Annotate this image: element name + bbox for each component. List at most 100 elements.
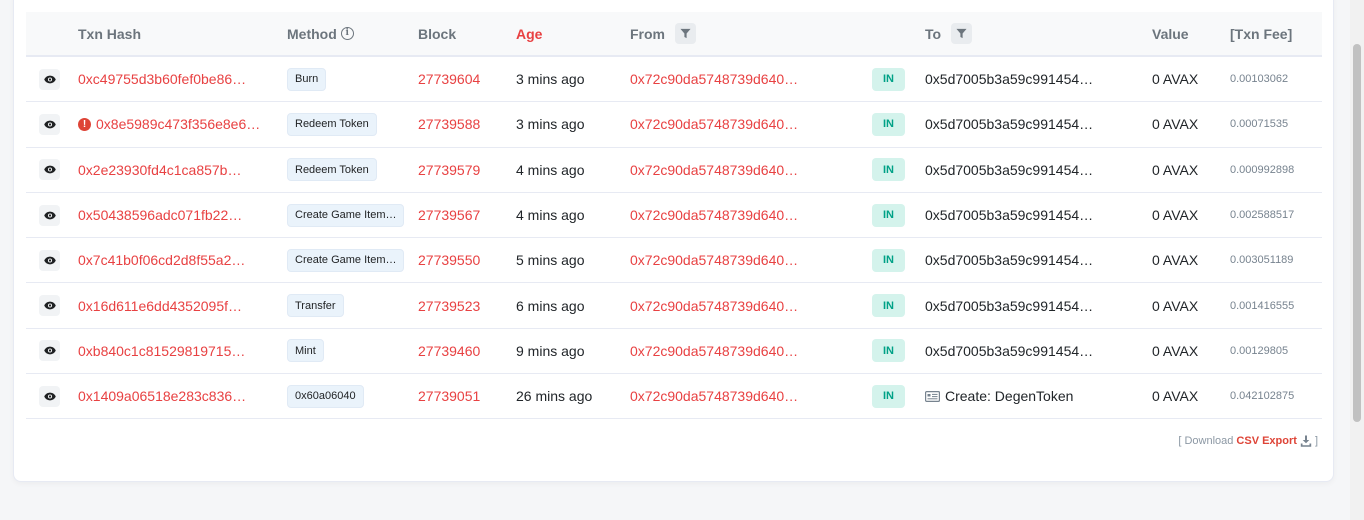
txn-hash-link[interactable]: 0x2e23930fd4c1ca857b… xyxy=(78,162,241,178)
eye-icon[interactable] xyxy=(39,295,60,317)
from-address-link[interactable]: 0x72c90da5748739d640… xyxy=(630,374,798,418)
block-link[interactable]: 27739567 xyxy=(418,193,480,237)
csv-export-label[interactable]: CSV Export xyxy=(1236,435,1297,447)
view-details-cell xyxy=(39,374,60,418)
to-address-link[interactable]: 0x5d7005b3a59c991454… xyxy=(925,162,1093,178)
to-filter-button[interactable] xyxy=(951,23,973,44)
table-body: 0xc49755d3b60fef0be86… Burn 27739604 3 mins… xyxy=(26,57,1322,420)
header-txn-fee[interactable]: [Txn Fee] xyxy=(1230,12,1292,55)
age-text: 5 mins ago xyxy=(516,252,585,269)
value-text: 0 AVAX xyxy=(1152,207,1199,224)
method-cell: Redeem Token xyxy=(287,102,377,146)
txn-hash-link[interactable]: 0x1409a06518e283c836… xyxy=(78,388,246,404)
txn-hash-cell: 0x7c41b0f06cd2d8f55a2… xyxy=(78,238,245,282)
from-address-link[interactable]: 0x72c90da5748739d640… xyxy=(630,238,798,282)
eye-icon[interactable] xyxy=(39,249,60,271)
txn-hash-link[interactable]: 0x16d611e6dd4352095f… xyxy=(78,298,242,314)
txn-hash-link[interactable]: 0x8e5989c473f356e8e6… xyxy=(96,116,260,132)
method-cell: Mint xyxy=(287,329,324,373)
to-address-link[interactable]: 0x5d7005b3a59c991454… xyxy=(925,343,1093,359)
from-address-link[interactable]: 0x72c90da5748739d640… xyxy=(630,193,798,237)
view-details-cell xyxy=(39,283,60,327)
transactions-table: Txn Hash Method i Block Age From To Valu… xyxy=(26,12,1322,420)
header-age[interactable]: Age xyxy=(516,12,542,55)
eye-icon[interactable] xyxy=(39,113,60,135)
eye-icon[interactable] xyxy=(39,68,60,90)
to-address-link[interactable]: 0x5d7005b3a59c991454… xyxy=(925,116,1093,132)
download-icon xyxy=(1300,435,1312,447)
eye-icon[interactable] xyxy=(39,340,60,362)
to-address-cell: 0x5d7005b3a59c991454… xyxy=(925,148,1093,192)
to-address-link[interactable]: 0x5d7005b3a59c991454… xyxy=(925,252,1093,268)
table-row: 0x2e23930fd4c1ca857b… Redeem Token 2773957… xyxy=(26,148,1322,193)
txn-hash-cell: 0xb840c1c81529819715… xyxy=(78,329,245,373)
table-row: 0x1409a06518e283c836… 0x60a06040 27739051 2… xyxy=(26,374,1322,420)
block-link[interactable]: 27739051 xyxy=(418,374,480,418)
transactions-card: Txn Hash Method i Block Age From To Valu… xyxy=(13,0,1334,482)
value-text: 0 AVAX xyxy=(1152,297,1199,314)
value-text: 0 AVAX xyxy=(1152,342,1199,359)
age-text: 4 mins ago xyxy=(516,207,585,224)
method-cell: 0x60a06040 xyxy=(287,374,364,418)
eye-icon[interactable] xyxy=(39,204,60,226)
error-icon: ! xyxy=(78,117,91,131)
header-from: From xyxy=(630,12,696,55)
block-link[interactable]: 27739460 xyxy=(418,329,480,373)
scrollbar-thumb[interactable] xyxy=(1353,44,1361,422)
to-address-link[interactable]: Create: DegenToken xyxy=(945,388,1073,404)
page-scrollbar[interactable] xyxy=(1350,0,1364,520)
txn-hash-link[interactable]: 0x7c41b0f06cd2d8f55a2… xyxy=(78,252,245,268)
from-address-link[interactable]: 0x72c90da5748739d640… xyxy=(630,102,798,146)
header-txn-hash: Txn Hash xyxy=(78,25,142,42)
direction-cell: IN xyxy=(872,148,905,192)
method-badge: Redeem Token xyxy=(287,158,377,182)
header-from-label: From xyxy=(630,25,665,42)
view-details-cell xyxy=(39,193,60,237)
block-link[interactable]: 27739523 xyxy=(418,283,480,327)
txn-fee-text: 0.00129805 xyxy=(1230,344,1289,357)
from-address-link[interactable]: 0x72c90da5748739d640… xyxy=(630,329,798,373)
csv-export-link[interactable]: [ Download CSV Export ] xyxy=(1178,435,1318,447)
from-address-link[interactable]: 0x72c90da5748739d640… xyxy=(630,148,798,192)
header-to-label: To xyxy=(925,25,942,42)
to-address-link[interactable]: 0x5d7005b3a59c991454… xyxy=(925,71,1093,87)
direction-badge: IN xyxy=(872,294,905,318)
table-row: ! 0x8e5989c473f356e8e6… Redeem Token 277395… xyxy=(26,102,1322,148)
txn-hash-cell: 0x16d611e6dd4352095f… xyxy=(78,283,242,327)
eye-icon[interactable] xyxy=(39,385,60,407)
view-details-cell xyxy=(39,238,60,282)
block-link[interactable]: 27739588 xyxy=(418,102,480,146)
table-row: 0xb840c1c81529819715… Mint 27739460 9 mins … xyxy=(26,329,1322,375)
direction-cell: IN xyxy=(872,102,905,146)
from-address-link[interactable]: 0x72c90da5748739d640… xyxy=(630,283,798,327)
info-icon[interactable]: i xyxy=(340,27,354,40)
download-prefix: [ Download xyxy=(1178,435,1234,447)
value-text: 0 AVAX xyxy=(1152,252,1199,269)
txn-hash-cell: 0xc49755d3b60fef0be86… xyxy=(78,57,246,101)
method-badge: Create Game Item… xyxy=(287,248,405,272)
txn-hash-link[interactable]: 0xb840c1c81529819715… xyxy=(78,343,245,359)
txn-hash-link[interactable]: 0xc49755d3b60fef0be86… xyxy=(78,71,246,87)
age-text: 9 mins ago xyxy=(516,342,585,359)
block-link[interactable]: 27739579 xyxy=(418,148,480,192)
txn-fee-text: 0.042102875 xyxy=(1230,390,1295,403)
to-address-cell: 0x5d7005b3a59c991454… xyxy=(925,329,1093,373)
from-filter-button[interactable] xyxy=(675,23,696,44)
from-address-link[interactable]: 0x72c90da5748739d640… xyxy=(630,57,798,101)
view-details-cell xyxy=(39,102,60,146)
age-text: 6 mins ago xyxy=(516,297,585,314)
to-address-link[interactable]: 0x5d7005b3a59c991454… xyxy=(925,298,1093,314)
block-link[interactable]: 27739550 xyxy=(418,238,480,282)
eye-icon[interactable] xyxy=(39,159,60,181)
value-text: 0 AVAX xyxy=(1152,161,1199,178)
block-link[interactable]: 27739604 xyxy=(418,57,480,101)
direction-cell: IN xyxy=(872,283,905,327)
filter-icon xyxy=(956,28,967,39)
direction-cell: IN xyxy=(872,329,905,373)
to-address-link[interactable]: 0x5d7005b3a59c991454… xyxy=(925,207,1093,223)
header-method: Method i xyxy=(287,12,354,55)
direction-badge: IN xyxy=(872,384,905,408)
value-text: 0 AVAX xyxy=(1152,388,1199,405)
to-address-cell: 0x5d7005b3a59c991454… xyxy=(925,102,1093,146)
txn-hash-link[interactable]: 0x50438596adc071fb22… xyxy=(78,207,242,223)
